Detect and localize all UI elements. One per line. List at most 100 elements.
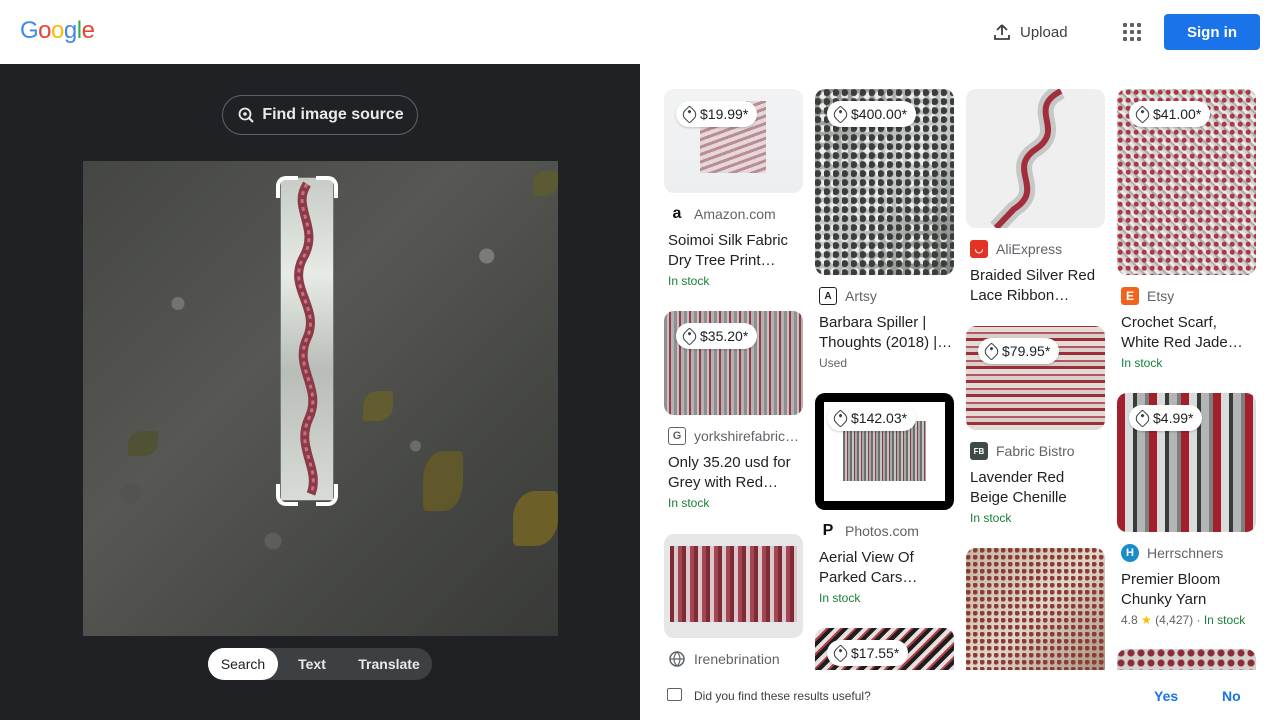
price-tag-icon [1133, 408, 1152, 428]
result-thumbnail[interactable]: $41.00* [1117, 89, 1256, 275]
result-card[interactable]: $19.99* a Amazon.com Soimoi Silk Fabric D… [664, 89, 803, 288]
result-card[interactable]: ◡ AliExpress Braided Silver Red Lace Ribb… [966, 89, 1105, 306]
yorkshire-icon: G [668, 427, 686, 445]
result-card[interactable]: $4.99* H Herrschners Premier Bloom Chunky… [1117, 393, 1256, 627]
result-thumbnail[interactable]: $17.55* [815, 628, 954, 670]
crop-handle-bottom-right[interactable] [316, 484, 338, 506]
result-source[interactable]: FB Fabric Bistro [966, 442, 1105, 460]
price-tag-icon [831, 643, 850, 663]
result-thumbnail[interactable]: $142.03* [815, 393, 954, 510]
crop-selection[interactable] [281, 178, 333, 500]
globe-icon [669, 651, 685, 667]
sign-in-button[interactable]: Sign in [1164, 14, 1260, 50]
ribbon-selection [294, 181, 318, 496]
result-card[interactable]: $400.00* A Artsy Barbara Spiller | Though… [815, 89, 954, 370]
stock-status: In stock [970, 511, 1012, 525]
upload-button[interactable]: Upload [992, 19, 1068, 45]
price-badge: $17.55* [827, 640, 909, 666]
crop-handle-top-right[interactable] [316, 176, 338, 198]
feedback-yes-button[interactable]: Yes [1154, 688, 1178, 704]
results-pane: $19.99* a Amazon.com Soimoi Silk Fabric D… [640, 64, 1280, 670]
price-tag-icon [1133, 104, 1152, 124]
result-thumbnail[interactable] [664, 534, 803, 638]
source-name: Herrschners [1147, 545, 1224, 561]
result-thumbnail[interactable] [966, 89, 1105, 228]
result-title[interactable]: Premier Bloom Chunky Yarn [1117, 570, 1256, 610]
logo-letter: o [51, 17, 64, 44]
price-tag-icon [680, 104, 699, 124]
price-badge: $41.00* [1129, 101, 1211, 127]
result-title[interactable]: Lavender Red Beige Chenille Up… [966, 468, 1105, 508]
result-card[interactable] [1117, 649, 1256, 670]
result-source[interactable]: Irenebrination [664, 650, 803, 668]
lens-pane: Find image source Search Text Translate [0, 64, 640, 720]
result-thumbnail[interactable] [1117, 649, 1256, 670]
result-title[interactable]: Only 35.20 usd for Grey with Red… [664, 453, 803, 493]
result-source[interactable]: a Amazon.com [664, 205, 803, 223]
mode-search-tab[interactable]: Search [208, 648, 278, 680]
crop-handle-bottom-left[interactable] [276, 484, 298, 506]
source-name: AliExpress [996, 241, 1063, 257]
result-thumbnail[interactable]: $4.99* [1117, 393, 1256, 532]
result-source[interactable]: H Herrschners [1117, 544, 1256, 562]
price-tag-icon [831, 104, 850, 124]
result-thumbnail[interactable]: $35.20* [664, 311, 803, 415]
feedback-no-button[interactable]: No [1222, 688, 1241, 704]
result-card[interactable]: $79.95* FB Fabric Bistro Lavender Red Bei… [966, 326, 1105, 525]
result-source[interactable]: ◡ AliExpress [966, 240, 1105, 258]
result-source[interactable]: A Artsy [815, 287, 954, 305]
mode-translate-tab[interactable]: Translate [346, 648, 432, 680]
result-card[interactable]: $41.00* E Etsy Crochet Scarf, White Red J… [1117, 89, 1256, 370]
result-thumbnail[interactable]: $19.99* [664, 89, 803, 193]
logo-letter: g [63, 17, 77, 44]
stock-status: In stock [668, 496, 710, 510]
braided-ribbon-image [990, 89, 1066, 228]
star-icon: ★ [1141, 613, 1152, 627]
price-badge: $400.00* [827, 101, 917, 127]
result-source[interactable]: Gyorkshirefabric… [664, 427, 803, 445]
price-text: $17.55* [851, 645, 900, 661]
result-thumbnail[interactable]: $400.00* [815, 89, 954, 275]
result-source[interactable]: E Etsy [1117, 287, 1256, 305]
price-badge: $35.20* [676, 323, 758, 349]
apps-grid-icon[interactable] [1120, 20, 1144, 44]
price-text: $400.00* [851, 106, 908, 122]
result-card[interactable]: $17.55* [815, 628, 954, 670]
rating-value: 4.8 [1121, 613, 1138, 627]
price-text: $19.99* [700, 106, 749, 122]
price-badge: $79.95* [978, 338, 1060, 364]
lens-search-icon [238, 107, 255, 123]
result-source[interactable]: P Photos.com [815, 522, 954, 540]
feedback-question: Did you find these results useful? [694, 689, 871, 703]
result-title[interactable]: Barbara Spiller | Thoughts (2018) |… [815, 313, 954, 353]
crop-handle-top-left[interactable] [276, 176, 298, 198]
source-name: Irenebrination [694, 651, 780, 667]
find-image-source-button[interactable]: Find image source [222, 95, 418, 135]
upload-icon [994, 24, 1010, 40]
google-logo[interactable]: Google [20, 17, 95, 45]
result-title[interactable]: Aerial View Of Parked Cars… [815, 548, 954, 588]
price-text: $4.99* [1153, 410, 1194, 426]
stock-status: In stock [668, 274, 710, 288]
result-card[interactable]: $35.20* Gyorkshirefabric… Only 35.20 usd… [664, 311, 803, 510]
result-card[interactable]: Irenebrination [664, 534, 803, 668]
result-card[interactable]: $142.03* P Photos.com Aerial View Of Park… [815, 393, 954, 605]
etsy-icon: E [1121, 287, 1139, 305]
price-tag-icon [982, 341, 1001, 361]
result-thumbnail[interactable]: $79.95* [966, 326, 1105, 430]
stock-status: In stock [1203, 613, 1246, 627]
price-badge: $4.99* [1129, 405, 1203, 431]
top-bar: Google Upload Sign in [0, 0, 1280, 64]
result-title[interactable]: Crochet Scarf, White Red Jade… [1117, 313, 1256, 353]
condition-status: Used [819, 356, 848, 370]
result-title[interactable]: Soimoi Silk Fabric Dry Tree Print… [664, 231, 803, 271]
result-thumbnail[interactable] [966, 548, 1105, 670]
result-title[interactable]: Braided Silver Red Lace Ribbon… [966, 266, 1105, 306]
fabricbistro-icon: FB [970, 442, 988, 460]
price-tag-icon [680, 326, 699, 346]
stock-status: In stock [1121, 356, 1163, 370]
mode-text-tab[interactable]: Text [278, 648, 346, 680]
price-text: $79.95* [1002, 343, 1051, 359]
stock-status: In stock [819, 591, 861, 605]
result-card[interactable] [966, 548, 1105, 670]
